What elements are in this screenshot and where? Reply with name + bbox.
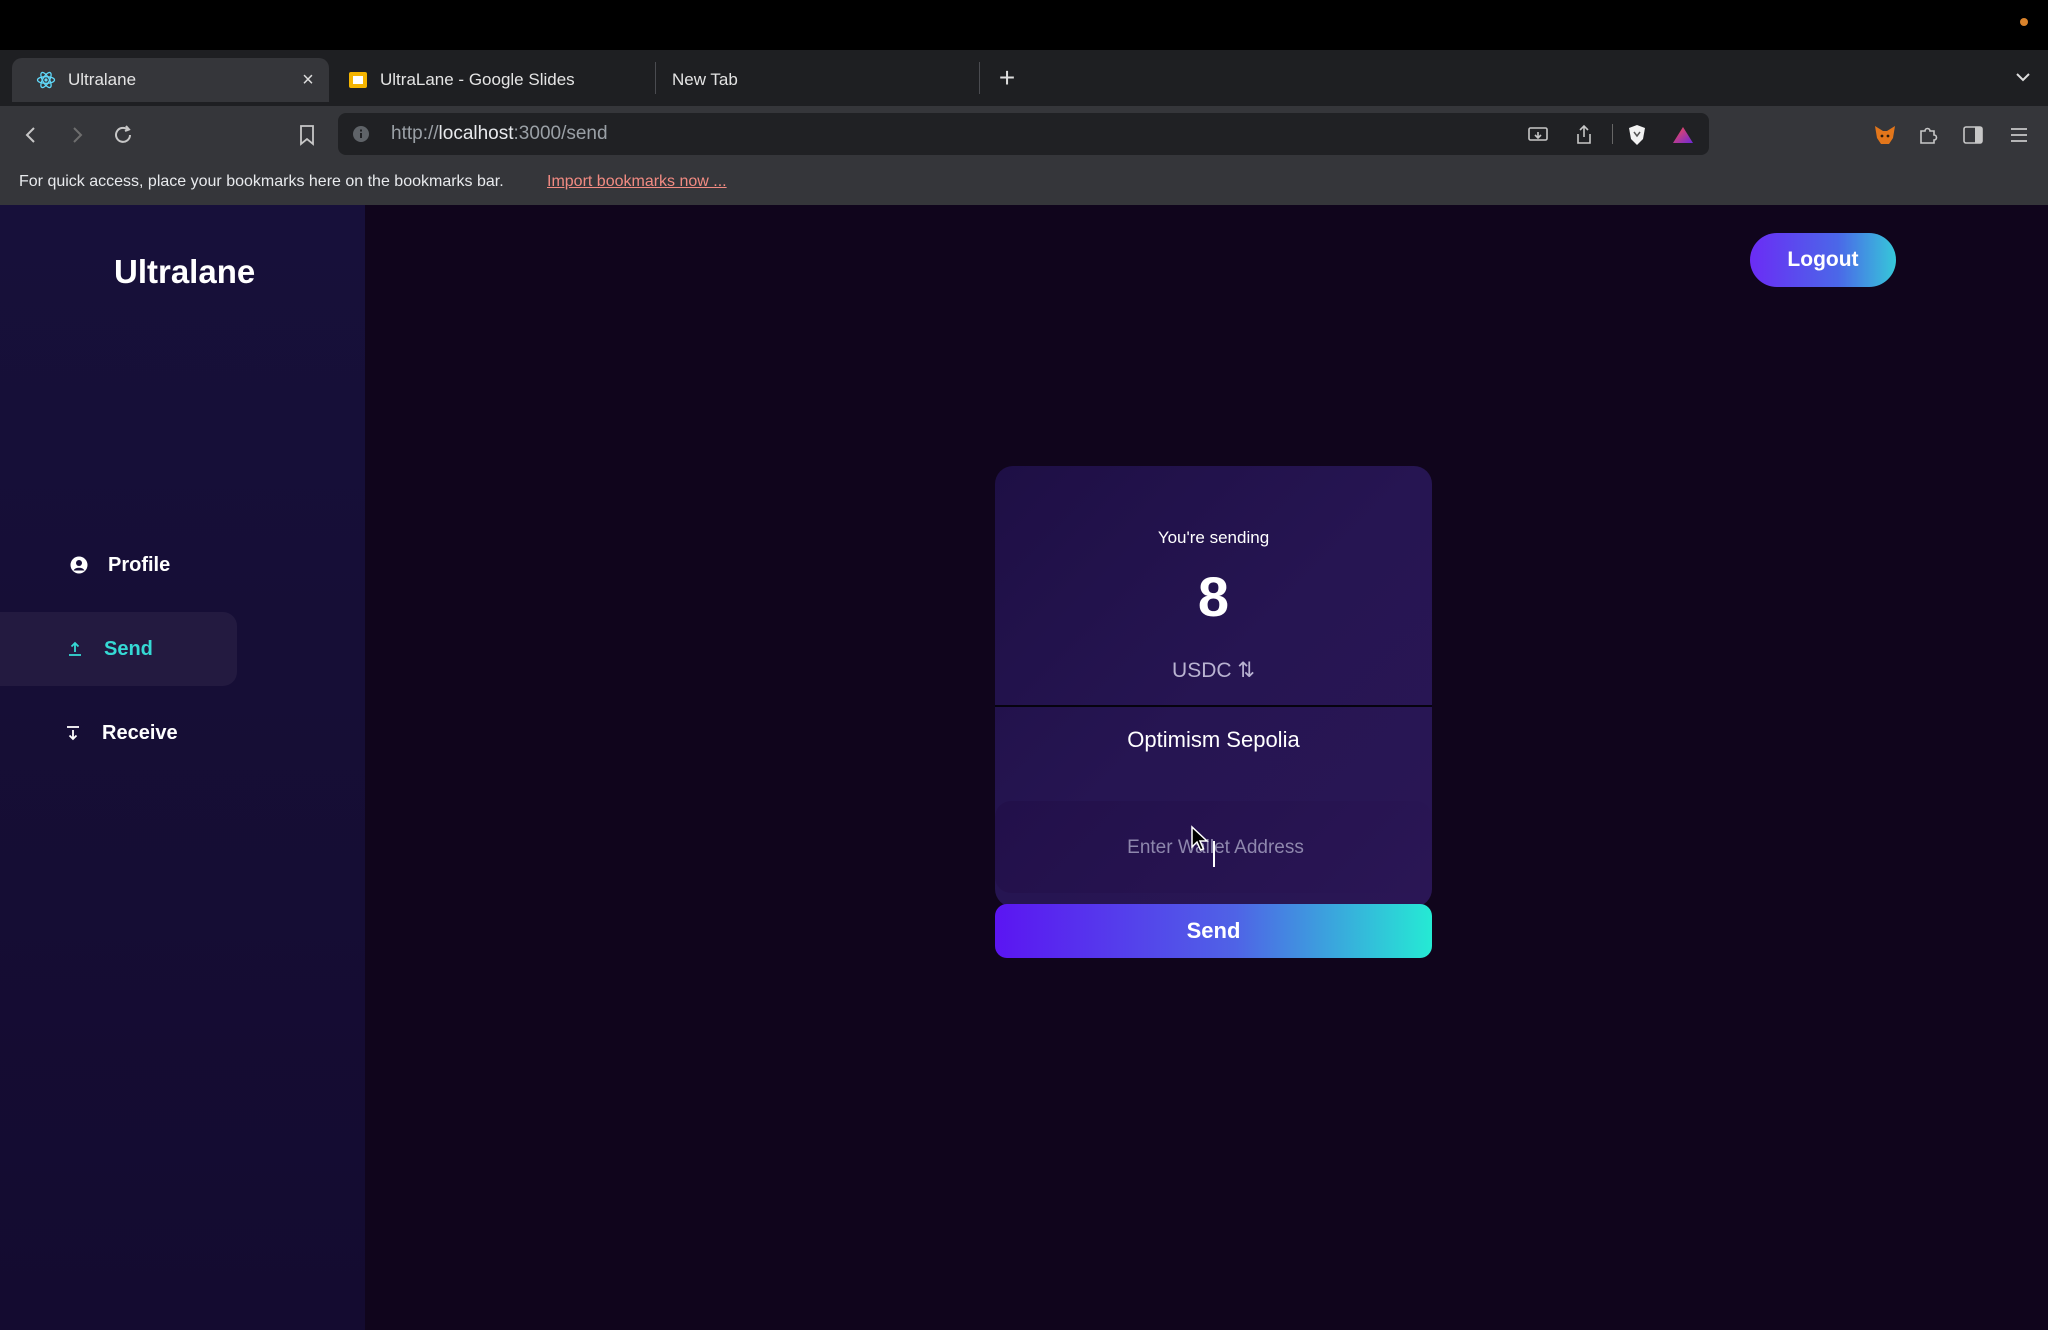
share-icon[interactable] xyxy=(1572,123,1596,147)
bookmarks-bar-message: For quick access, place your bookmarks h… xyxy=(19,173,504,190)
tab-title: Ultralane xyxy=(68,70,137,89)
brave-shields-icon[interactable] xyxy=(1625,123,1649,147)
card-divider xyxy=(995,705,1432,707)
brand-logo: Ultralane xyxy=(114,253,256,290)
wallet-address-input[interactable] xyxy=(995,801,1436,895)
sidebar-item-profile[interactable]: Profile xyxy=(0,528,306,602)
tab-google-slides[interactable]: UltraLane - Google Slides xyxy=(324,58,654,102)
send-amount[interactable]: 8 xyxy=(995,564,1432,629)
bookmarks-bar: For quick access, place your bookmarks h… xyxy=(0,162,2048,205)
sending-label: You're sending xyxy=(1157,528,1270,547)
url-text: http://localhost:3000/send xyxy=(391,123,608,144)
text-caret xyxy=(1213,841,1215,867)
install-app-icon[interactable] xyxy=(1526,123,1550,147)
tab-divider xyxy=(979,62,980,94)
app-sidebar: Ultralane Profile Send Receive xyxy=(0,205,365,1330)
import-bookmarks-link[interactable]: Import bookmarks now ... xyxy=(547,173,727,191)
google-slides-icon xyxy=(348,70,368,90)
sidebar-item-label: Receive xyxy=(102,721,178,744)
react-icon xyxy=(36,70,56,90)
browser-tabstrip: Ultralane × UltraLane - Google Slides Ne… xyxy=(0,50,2048,106)
tab-title: UltraLane - Google Slides xyxy=(380,70,575,89)
token-selector[interactable]: USDC ⇅ xyxy=(995,658,1432,683)
brave-rewards-icon[interactable] xyxy=(1671,123,1695,147)
sidebar-item-label: Send xyxy=(104,637,153,660)
toolbar-divider xyxy=(1612,124,1613,144)
network-selector[interactable]: Optimism Sepolia xyxy=(995,727,1432,753)
new-tab-button[interactable]: + xyxy=(996,62,1018,94)
metamask-icon[interactable] xyxy=(1872,122,1898,148)
close-tab-icon[interactable]: × xyxy=(297,69,319,91)
forward-icon[interactable] xyxy=(64,122,90,148)
reload-icon[interactable] xyxy=(110,122,136,148)
extensions-puzzle-icon[interactable] xyxy=(1915,122,1941,148)
tab-search-chevron-icon[interactable] xyxy=(2014,68,2032,91)
address-bar[interactable]: http://localhost:3000/send xyxy=(338,113,1709,155)
tab-new-tab[interactable]: New Tab xyxy=(648,58,978,102)
sidebar-toggle-icon[interactable] xyxy=(1960,122,1986,148)
tab-ultralane[interactable]: Ultralane × xyxy=(12,58,329,102)
upload-icon xyxy=(64,638,86,660)
page-viewport: Ultralane Profile Send Receive Logout Yo… xyxy=(0,205,2048,1330)
download-icon xyxy=(62,722,84,744)
back-icon[interactable] xyxy=(18,122,44,148)
browser-toolbar: http://localhost:3000/send xyxy=(0,106,2048,162)
sidebar-item-send[interactable]: Send xyxy=(0,612,237,686)
send-button[interactable]: Send xyxy=(995,904,1432,958)
sidebar-item-receive[interactable]: Receive xyxy=(0,696,300,770)
menu-hamburger-icon[interactable] xyxy=(2006,122,2032,148)
window-titlebar xyxy=(0,0,2048,50)
recording-indicator-icon xyxy=(2020,18,2028,26)
sidebar-item-label: Profile xyxy=(108,553,171,576)
tab-divider xyxy=(655,62,656,94)
user-circle-icon xyxy=(68,554,90,576)
site-info-icon[interactable] xyxy=(352,125,370,148)
tab-title: New Tab xyxy=(672,70,738,89)
logout-button[interactable]: Logout xyxy=(1750,233,1896,287)
bookmark-icon[interactable] xyxy=(294,122,320,148)
mouse-cursor-icon xyxy=(1190,825,1210,858)
